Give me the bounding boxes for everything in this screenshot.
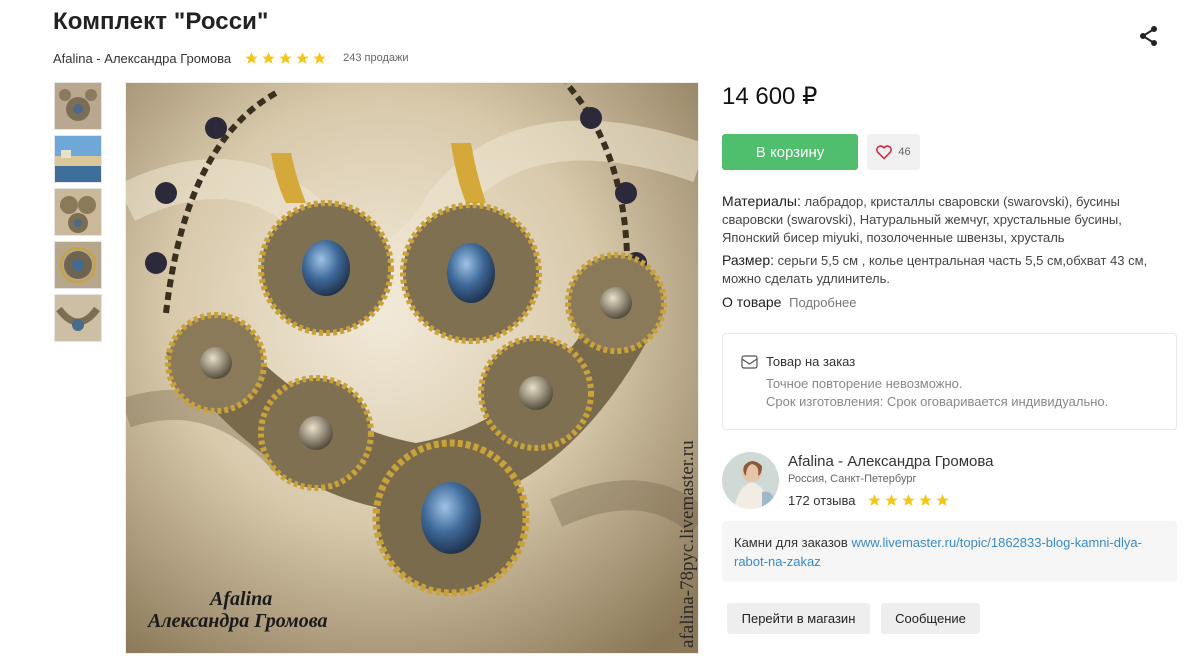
thumbnail-3[interactable] xyxy=(54,188,102,236)
heart-icon xyxy=(876,144,893,160)
thumbnail-5[interactable] xyxy=(54,294,102,342)
size-section: Размер: серьги 5,5 см , колье центральна… xyxy=(722,251,1182,288)
star-icon xyxy=(901,494,915,506)
about-label: О товаре xyxy=(722,294,782,310)
product-title: Комплект "Росси" xyxy=(53,8,269,35)
thumbnail-2[interactable] xyxy=(54,135,102,183)
thumbnail-1[interactable] xyxy=(54,82,102,130)
product-price: 14 600 ₽ xyxy=(722,83,818,110)
seller-name[interactable]: Afalina - Александра Громова xyxy=(788,453,994,470)
star-icon xyxy=(279,51,292,64)
order-title-text: Товар на заказ xyxy=(766,354,856,369)
message-button[interactable]: Сообщение xyxy=(881,603,980,634)
rating-stars xyxy=(244,51,327,66)
thumbnail-list xyxy=(54,82,102,347)
product-main-image[interactable] xyxy=(125,82,699,654)
favorite-button[interactable]: 46 xyxy=(867,134,920,170)
watermark-name: Afalina xyxy=(210,588,273,610)
favorite-count: 46 xyxy=(898,146,911,158)
sales-count: 243 продажи xyxy=(343,52,409,64)
star-icon xyxy=(262,51,275,64)
materials-label: Материалы: xyxy=(722,193,801,209)
order-info-box: Товар на заказ Точное повторение невозмо… xyxy=(722,333,1177,430)
seller-avatar[interactable] xyxy=(722,452,779,509)
share-icon[interactable] xyxy=(1137,24,1161,48)
seller-reviews: 172 отзыва xyxy=(788,493,950,508)
note-text: Камни для заказов xyxy=(734,535,852,550)
watermark-fullname: Александра Громова xyxy=(148,610,328,632)
order-title: Товар на заказ xyxy=(741,354,855,369)
size-value: серьги 5,5 см , колье центральная часть … xyxy=(722,253,1148,286)
order-line-2: Срок изготовления: Срок оговаривается ин… xyxy=(766,394,1109,409)
seller-location: Россия, Санкт-Петербург xyxy=(788,473,917,485)
star-icon xyxy=(313,51,326,64)
star-icon xyxy=(918,494,932,506)
thumbnail-4[interactable] xyxy=(54,241,102,289)
watermark-url: afalina-78рус.livemaster.ru xyxy=(677,440,698,648)
about-section: О товаре Подробнее xyxy=(722,293,1182,312)
seller-link[interactable]: Afalina - Александра Громова xyxy=(53,51,231,66)
star-icon xyxy=(296,51,309,64)
about-more-link[interactable]: Подробнее xyxy=(789,295,856,310)
star-icon xyxy=(935,494,949,506)
add-to-cart-button[interactable]: В корзину xyxy=(722,134,858,170)
go-to-shop-button[interactable]: Перейти в магазин xyxy=(727,603,870,634)
star-icon xyxy=(245,51,258,64)
star-icon xyxy=(867,494,881,506)
product-subline: Afalina - Александра Громова 243 продажи xyxy=(53,49,409,67)
seller-note: Камни для заказов www.livemaster.ru/topi… xyxy=(722,521,1177,582)
size-label: Размер: xyxy=(722,252,775,268)
order-line-1: Точное повторение невозможно. xyxy=(766,376,963,391)
order-icon xyxy=(741,354,758,369)
seller-rating-stars xyxy=(867,493,950,508)
star-icon xyxy=(884,494,898,506)
seller-reviews-count[interactable]: 172 отзыва xyxy=(788,493,856,508)
materials-section: Материалы: лабрадор, кристаллы сваровски… xyxy=(722,192,1182,247)
